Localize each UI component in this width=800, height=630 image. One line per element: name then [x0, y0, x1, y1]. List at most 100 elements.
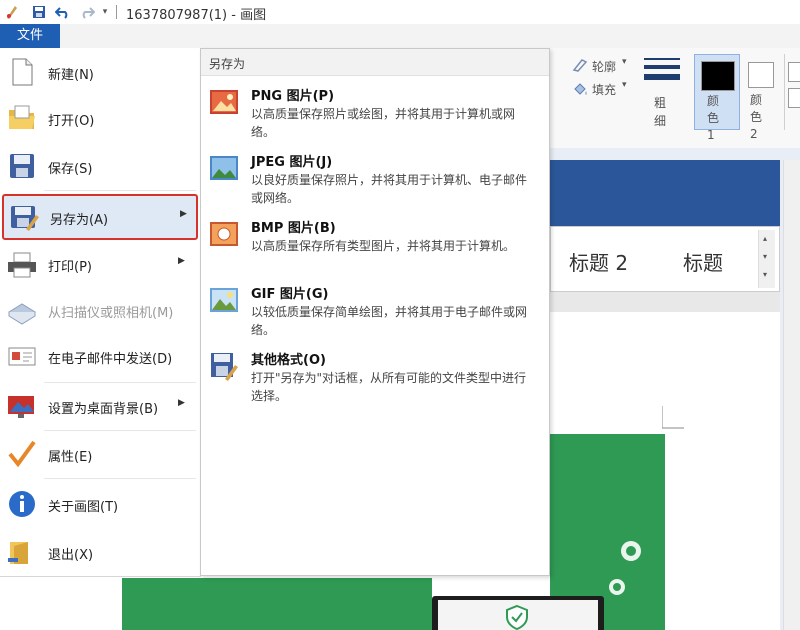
canvas-scrollbar[interactable]: [783, 160, 800, 630]
color1-selector[interactable]: 颜色 1: [694, 54, 740, 142]
thickness-label[interactable]: 粗细: [654, 94, 668, 130]
scanner-icon: [6, 294, 38, 326]
submenu-item-desc: 以较低质量保存简单绘图，并将其用于电子邮件或网络。: [251, 305, 528, 337]
menu-item-new[interactable]: 新建(N): [0, 50, 200, 94]
color-palette[interactable]: [784, 54, 800, 130]
save-quick-icon[interactable]: [30, 3, 48, 21]
menu-item-properties[interactable]: 属性(E): [0, 432, 200, 476]
save-as-other-formats[interactable]: 其他格式(O) 打开"另存为"对话框，从所有可能的文件类型中进行选择。: [201, 343, 549, 407]
menu-separator: [44, 478, 196, 479]
menu-item-save[interactable]: 保存(S): [0, 144, 200, 188]
menu-item-about[interactable]: 关于画图(T): [0, 482, 200, 526]
ribbon: 轮廓 ▾ 填充 ▾ 粗细 颜色 1 颜色 2: [550, 48, 800, 149]
submenu-item-title: GIF 图片(G): [251, 287, 329, 302]
menu-item-set-desktop-background[interactable]: 设置为桌面背景(B) ▶: [0, 384, 200, 428]
submenu-item-desc: 以高质量保存照片或绘图，并将其用于计算机或网络。: [251, 107, 516, 139]
submenu-arrow-icon: ▶: [178, 256, 185, 266]
save-as-png[interactable]: PNG 图片(P) 以高质量保存照片或绘图，并将其用于计算机或网络。: [201, 79, 549, 143]
document-toolbar-gap: [550, 292, 780, 312]
outline-icon[interactable]: [572, 58, 588, 75]
outline-label[interactable]: 轮廓: [592, 58, 616, 75]
menu-item-label: 属性(E): [48, 450, 93, 465]
save-as-gif[interactable]: GIF 图片(G) 以较低质量保存简单绘图，并将其用于电子邮件或网络。: [201, 277, 549, 341]
printer-icon: [6, 248, 38, 280]
color1-swatch: [701, 61, 735, 91]
desktop-background-icon: [6, 390, 38, 422]
laptop-screen: [438, 600, 598, 630]
menu-item-scanner[interactable]: 从扫描仪或照相机(M): [0, 288, 200, 332]
gif-image-icon: [209, 285, 239, 315]
menu-item-exit[interactable]: 退出(X): [0, 530, 200, 574]
image-logo-icon: [609, 579, 625, 595]
file-tab[interactable]: 文件: [0, 24, 60, 48]
submenu-item-title: PNG 图片(P): [251, 89, 335, 104]
menu-item-label: 退出(X): [48, 548, 94, 563]
save-as-submenu: 另存为 PNG 图片(P) 以高质量保存照片或绘图，并将其用于计算机或网络。 J…: [200, 48, 550, 576]
menu-item-label: 另存为(A): [50, 213, 109, 228]
submenu-item-desc: 打开"另存为"对话框，从所有可能的文件类型中进行选择。: [251, 371, 527, 403]
menu-item-label: 设置为桌面背景(B): [48, 402, 159, 417]
fill-icon[interactable]: [572, 81, 588, 100]
color2-swatch: [748, 62, 774, 88]
save-as-bmp[interactable]: BMP 图片(B) 以高质量保存所有类型图片，并将其用于计算机。: [201, 211, 549, 275]
menu-item-label: 保存(S): [48, 162, 93, 177]
undo-icon[interactable]: [54, 3, 72, 21]
image-logo-icon: [621, 541, 641, 561]
jpeg-image-icon: [209, 153, 239, 183]
window-title: 1637807987(1) - 画图: [126, 8, 267, 23]
png-image-icon: [209, 87, 239, 117]
submenu-item-title: JPEG 图片(J): [251, 155, 333, 170]
document-ribbon-bg: [550, 160, 780, 226]
submenu-item-title: BMP 图片(B): [251, 221, 336, 236]
page-corner-mark: [662, 406, 684, 429]
paint-app-icon: [4, 3, 20, 21]
redo-icon[interactable]: [78, 3, 96, 21]
style-heading2: 标题 2: [569, 251, 629, 275]
menu-item-open[interactable]: 打开(O): [0, 96, 200, 140]
customize-quick-access-icon[interactable]: ▾: [100, 3, 110, 21]
email-icon: [6, 340, 38, 372]
other-formats-icon: [209, 351, 239, 381]
save-disk-icon: [6, 150, 38, 182]
submenu-header-label: 另存为: [209, 57, 246, 71]
submenu-arrow-icon: ▶: [180, 209, 187, 219]
submenu-item-desc: 以良好质量保存照片，并将其用于计算机、电子邮件或网络。: [251, 173, 528, 205]
exit-folder-icon: [6, 536, 38, 568]
palette-swatch[interactable]: [788, 88, 800, 108]
color2-selector[interactable]: 颜色 2: [744, 54, 778, 141]
menu-item-label: 打开(O): [48, 114, 95, 129]
thickness-icon[interactable]: [644, 56, 680, 89]
bmp-image-icon: [209, 219, 239, 249]
submenu-item-title: 其他格式(O): [251, 353, 326, 368]
fill-dropdown-icon[interactable]: ▾: [622, 80, 627, 90]
style-title: 标题: [683, 251, 723, 275]
menu-item-label: 关于画图(T): [48, 500, 119, 515]
info-icon: [6, 488, 38, 520]
outline-dropdown-icon[interactable]: ▾: [622, 57, 627, 67]
palette-swatch[interactable]: [788, 62, 800, 82]
menu-item-print[interactable]: 打印(P) ▶: [0, 242, 200, 286]
document-styles-gallery: 标题 2 标题: [550, 226, 780, 292]
new-document-icon: [6, 56, 38, 88]
menu-item-save-as[interactable]: 另存为(A) ▶: [2, 194, 198, 240]
submenu-item-desc: 以高质量保存所有类型图片，并将其用于计算机。: [251, 239, 516, 253]
title-separator: [116, 5, 117, 19]
shield-icon: [506, 604, 528, 630]
save-as-icon: [8, 201, 40, 233]
open-folder-icon: [6, 102, 38, 134]
color2-label: 颜色 2: [750, 93, 763, 141]
ribbon-tab-row: [0, 24, 800, 48]
fill-label[interactable]: 填充: [592, 81, 616, 98]
styles-scrollbar: ▴ ▾ ▾: [758, 230, 775, 288]
pasted-image-strip: [122, 578, 432, 630]
title-bar: ▾ 1637807987(1) - 画图: [0, 0, 800, 25]
menu-separator: [44, 190, 196, 191]
menu-item-label: 在电子邮件中发送(D): [48, 352, 173, 367]
menu-item-email[interactable]: 在电子邮件中发送(D): [0, 334, 200, 378]
submenu-header: 另存为: [201, 49, 549, 76]
menu-item-label: 从扫描仪或照相机(M): [48, 306, 174, 321]
menu-separator: [44, 430, 196, 431]
file-menu: 新建(N) 打开(O) 保存(S) 另存为(A) ▶ 打印(P) ▶ 从扫描仪或…: [0, 48, 201, 577]
save-as-jpeg[interactable]: JPEG 图片(J) 以良好质量保存照片，并将其用于计算机、电子邮件或网络。: [201, 145, 549, 209]
menu-item-label: 新建(N): [48, 68, 94, 83]
